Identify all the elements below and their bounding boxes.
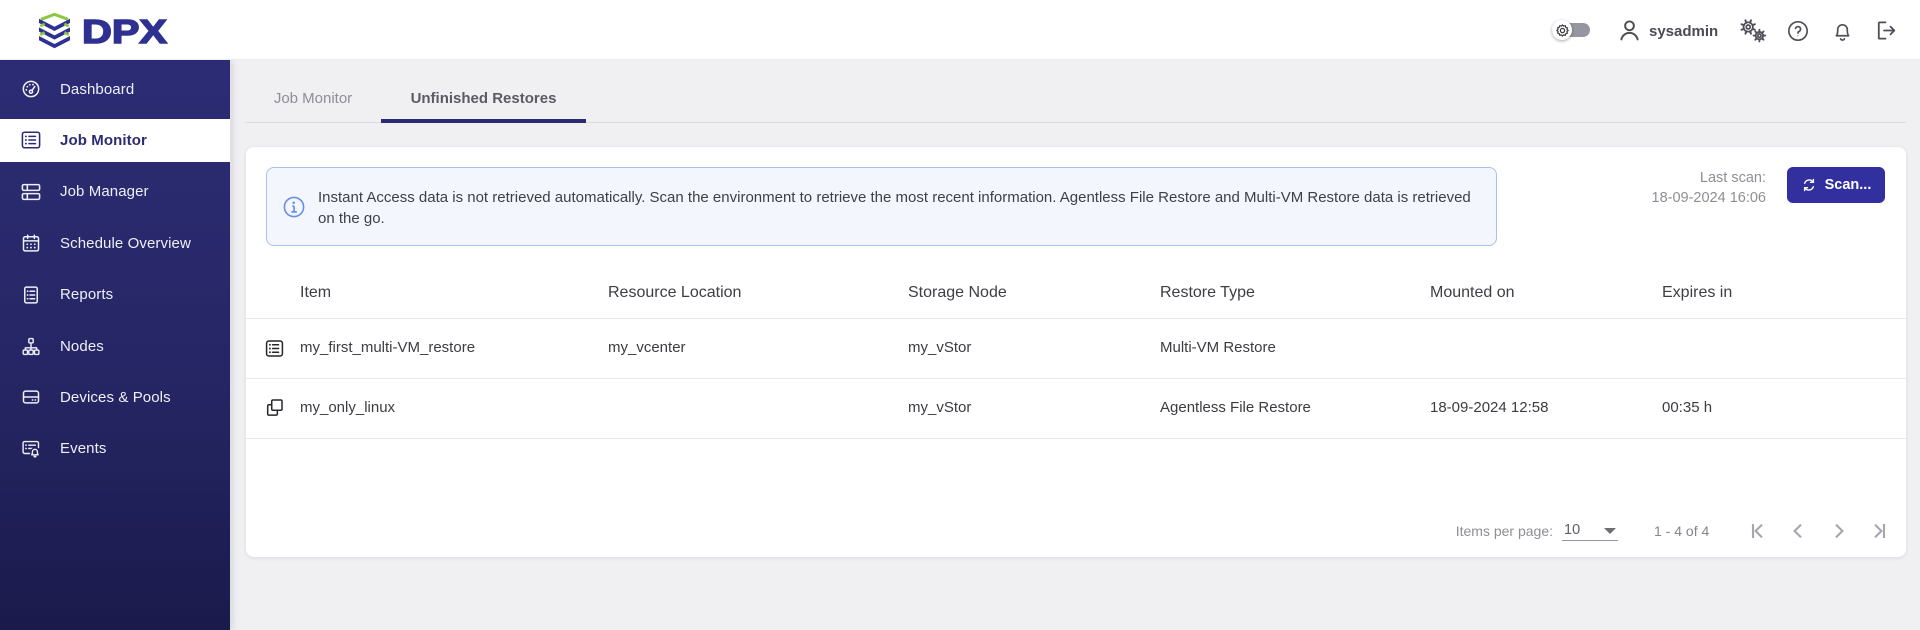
svg-text:DPX: DPX [82, 13, 167, 50]
